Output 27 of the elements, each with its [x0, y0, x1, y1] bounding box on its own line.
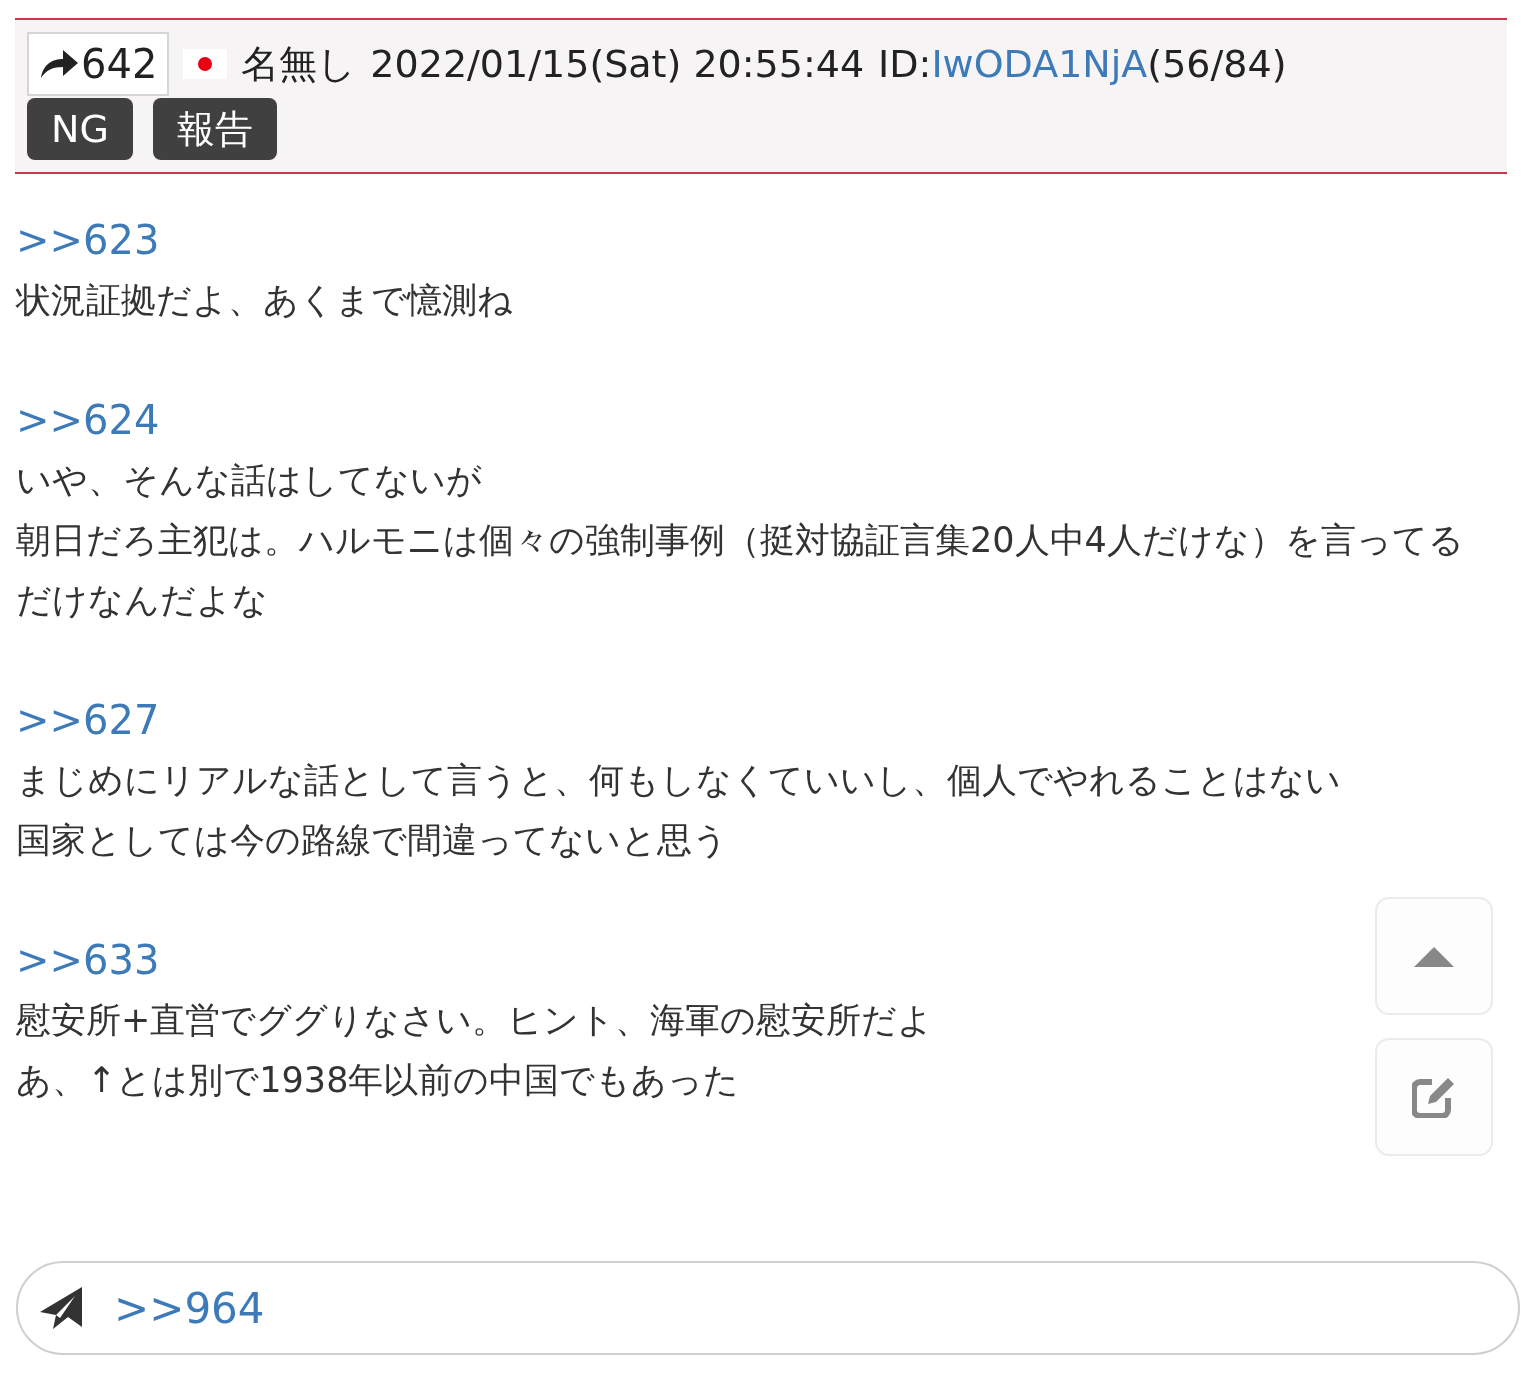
compose-button[interactable] [1375, 1038, 1493, 1156]
user-id-link[interactable]: IwODA1NjA [931, 34, 1148, 94]
triangle-up-icon [1414, 945, 1454, 967]
reply-anchor-link[interactable]: >>633 [16, 930, 160, 990]
post-text: いや、そんな話はしてないが [16, 459, 482, 502]
post-text: まじめにリアルな話として言うと、何もしなくていいし、個人でやれることはない [16, 759, 1341, 802]
post-count: (56/84) [1147, 41, 1287, 88]
id-label: ID: [878, 41, 932, 88]
flag-icon [183, 49, 228, 79]
header-action-button[interactable]: 報告 [152, 98, 277, 160]
reply-anchor-link[interactable]: >>627 [16, 690, 160, 750]
scroll-to-top-button[interactable] [1375, 897, 1493, 1015]
reply-anchor-link[interactable]: >>624 [16, 390, 160, 450]
edit-icon [1412, 1076, 1456, 1118]
post-text: 国家としては今の路線で間違ってないと思う [16, 819, 728, 862]
post-text: 朝日だろ主犯は。ハルモニは個々の強制事例（挺対協証言集20人中4人だけな）を言ってるだけなんだよな [16, 519, 1465, 622]
post-text: 状況証拠だよ、あくまで憶測ね [16, 279, 513, 322]
header-action-button[interactable]: NG [27, 98, 133, 160]
post-date: 2022/01/15(Sat) 20:55:44 [370, 41, 865, 88]
poster-name: 名無し [241, 41, 357, 88]
reply-input-field[interactable]: >>964 [16, 1261, 1520, 1355]
post-text: あ、↑とは別で1938年以前の中国でもあった [16, 1059, 740, 1102]
reply-anchor-link[interactable]: >>623 [16, 210, 160, 270]
post-text: 慰安所+直営でググりなさい。ヒント、海軍の慰安所だよ [16, 999, 934, 1042]
reply-number-button[interactable]: 642 [27, 32, 170, 96]
share-arrow-icon [39, 48, 79, 80]
send-icon[interactable] [40, 1287, 84, 1329]
